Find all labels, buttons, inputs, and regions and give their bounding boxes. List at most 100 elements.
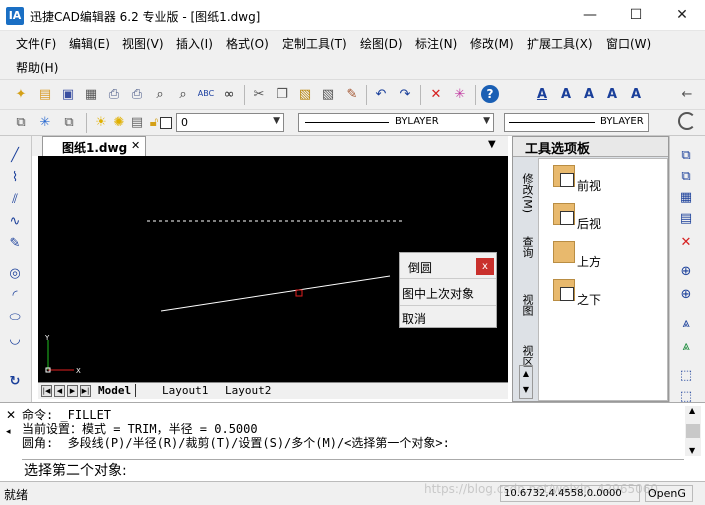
paste-special-icon[interactable]: ▧ xyxy=(319,85,337,103)
minimize-button[interactable]: — xyxy=(567,0,613,31)
polyline-tool-icon[interactable]: ⌇ xyxy=(6,168,24,186)
palette-item-top[interactable]: 上方 xyxy=(539,239,667,275)
command-panel-close-icon[interactable]: ✕ xyxy=(6,408,16,422)
render-mode-button[interactable]: OpenG xyxy=(645,485,693,502)
arc-tool-icon[interactable]: ◜ xyxy=(6,286,24,304)
layer-state-icon[interactable]: ✳ xyxy=(36,113,54,131)
scroll-thumb[interactable] xyxy=(686,424,700,438)
layer-manager-icon[interactable]: ⧉ xyxy=(12,113,30,131)
command-input[interactable]: 选择第二个对象: xyxy=(22,459,684,481)
menu-file[interactable]: 文件(F) xyxy=(16,35,56,52)
match-properties-icon[interactable]: ✎ xyxy=(343,85,361,103)
tab-layout2[interactable]: Layout2 xyxy=(225,384,271,397)
cut-icon[interactable]: ✂ xyxy=(250,85,268,103)
menu-format[interactable]: 格式(O) xyxy=(226,35,269,52)
palette-item-front[interactable]: 前视 xyxy=(539,163,667,199)
collapse-arrow-icon[interactable]: ← xyxy=(678,85,696,103)
maximize-button[interactable]: ☐ xyxy=(613,0,659,31)
line-tool-icon[interactable]: ╱ xyxy=(6,146,24,164)
help-icon[interactable]: ? xyxy=(481,85,499,103)
layer-plot-icon[interactable]: ▤ xyxy=(128,113,146,131)
scroll-down-icon[interactable]: ▼ xyxy=(689,446,695,455)
spline-tool-icon[interactable]: ∿ xyxy=(6,212,24,230)
spellcheck-icon[interactable]: ABC xyxy=(197,85,215,103)
command-scrollbar[interactable]: ▲ ▼ xyxy=(685,406,701,456)
prev-tab-icon[interactable]: ◀ xyxy=(54,385,65,397)
copy-icon[interactable]: ❐ xyxy=(273,85,291,103)
layer-dropdown[interactable]: 0 ▼ xyxy=(176,113,284,132)
document-tab[interactable]: 图纸1.dwg ✕ xyxy=(42,136,146,156)
popup-item-last-object[interactable]: 图中上次对象 xyxy=(402,285,474,302)
menu-window[interactable]: 窗口(W) xyxy=(606,35,651,52)
trim-icon[interactable]: ⬚ xyxy=(677,366,695,384)
save-all-icon[interactable]: ▦ xyxy=(82,85,100,103)
new-file-icon[interactable]: ✦ xyxy=(12,85,30,103)
circle-tool-icon[interactable]: ◎ xyxy=(6,264,24,282)
layer-previous-icon[interactable]: ⧉ xyxy=(60,113,78,131)
text-style-icon[interactable]: A xyxy=(533,85,551,103)
circle-tool-icon[interactable] xyxy=(678,112,696,130)
linetype-dropdown[interactable]: BYLAYER xyxy=(504,113,649,132)
palette-tab-query[interactable]: 查询 xyxy=(515,227,535,267)
tab-layout1[interactable]: Layout1 xyxy=(162,384,208,397)
redraw-tool-icon[interactable]: ↻ xyxy=(6,372,24,390)
open-folder-icon[interactable]: ▤ xyxy=(36,85,54,103)
layer-on-bulb-icon[interactable]: ☀ xyxy=(92,113,110,131)
menu-insert[interactable]: 插入(I) xyxy=(176,35,213,52)
undo-icon[interactable]: ↶ xyxy=(372,85,390,103)
paste-icon[interactable]: ▧ xyxy=(296,85,314,103)
binoculars-icon[interactable]: ∞ xyxy=(220,85,238,103)
export-icon[interactable]: ⌕ xyxy=(174,85,192,103)
close-window-button[interactable]: ✕ xyxy=(659,0,705,31)
tab-close-icon[interactable]: ✕ xyxy=(131,139,140,152)
menu-draw[interactable]: 绘图(D) xyxy=(360,35,403,52)
palette-item-back[interactable]: 后视 xyxy=(539,201,667,237)
freehand-tool-icon[interactable]: ✎ xyxy=(6,234,24,252)
redo-icon[interactable]: ↷ xyxy=(396,85,414,103)
menu-help[interactable]: 帮助(H) xyxy=(16,59,58,76)
palette-item-bottom[interactable]: 之下 xyxy=(539,277,667,313)
last-tab-icon[interactable]: ▶| xyxy=(80,385,91,397)
scroll-up-icon[interactable]: ▲ xyxy=(689,406,695,415)
layer-freeze-icon[interactable]: ✺ xyxy=(110,113,128,131)
palette-tab-modify[interactable]: 修改(M) xyxy=(515,163,535,223)
text-find-icon[interactable]: A xyxy=(627,85,645,103)
menu-edit[interactable]: 编辑(E) xyxy=(69,35,110,52)
popup-close-button[interactable]: x xyxy=(476,258,494,275)
delete-icon[interactable]: ✕ xyxy=(427,85,445,103)
palette-tab-view[interactable]: 视图 xyxy=(515,285,535,325)
text-edit-icon[interactable]: A xyxy=(580,85,598,103)
print-preview-icon[interactable]: ⎙ xyxy=(105,85,123,103)
erase-icon[interactable]: ✳ xyxy=(451,85,469,103)
ellipse-tool-icon[interactable]: ⬭ xyxy=(6,308,24,326)
first-tab-icon[interactable]: |◀ xyxy=(41,385,52,397)
erase-tool-icon[interactable]: ✕ xyxy=(677,233,695,251)
menu-extend-tools[interactable]: 扩展工具(X) xyxy=(527,35,593,52)
tab-model[interactable]: Model xyxy=(98,384,137,397)
palette-scroll-icon[interactable]: ▲ ▼ xyxy=(519,365,533,399)
mirror-icon[interactable]: ⧉ xyxy=(677,167,695,185)
text-replace-icon[interactable]: A xyxy=(603,85,621,103)
xline-tool-icon[interactable]: ⫽ xyxy=(6,190,24,208)
color-dropdown[interactable]: BYLAYER ▼ xyxy=(298,113,494,132)
popup-item-cancel[interactable]: 取消 xyxy=(402,310,426,327)
find-icon[interactable]: ⌕ xyxy=(151,85,169,103)
rotate-icon[interactable]: ⊕ xyxy=(677,285,695,303)
array-icon[interactable]: ▤ xyxy=(677,209,695,227)
scale-icon[interactable]: ⩓ xyxy=(677,314,695,332)
print-icon[interactable]: ⎙ xyxy=(128,85,146,103)
text-icon[interactable]: A xyxy=(557,85,575,103)
ellipse-arc-tool-icon[interactable]: ◡ xyxy=(6,330,24,348)
move-icon[interactable]: ⊕ xyxy=(677,262,695,280)
offset-icon[interactable]: ▦ xyxy=(677,188,695,206)
menu-view[interactable]: 视图(V) xyxy=(122,35,164,52)
menu-modify[interactable]: 修改(M) xyxy=(470,35,514,52)
copy-objects-icon[interactable]: ⧉ xyxy=(677,146,695,164)
stretch-icon[interactable]: ⩓ xyxy=(677,337,695,355)
menu-custom-tools[interactable]: 定制工具(T) xyxy=(282,35,347,52)
command-panel-grip-icon[interactable]: ◂ xyxy=(6,427,11,437)
save-icon[interactable]: ▣ xyxy=(59,85,77,103)
next-tab-icon[interactable]: ▶ xyxy=(67,385,78,397)
tabs-dropdown-icon[interactable]: ▼ xyxy=(488,139,496,150)
menu-dimension[interactable]: 标注(N) xyxy=(415,35,457,52)
